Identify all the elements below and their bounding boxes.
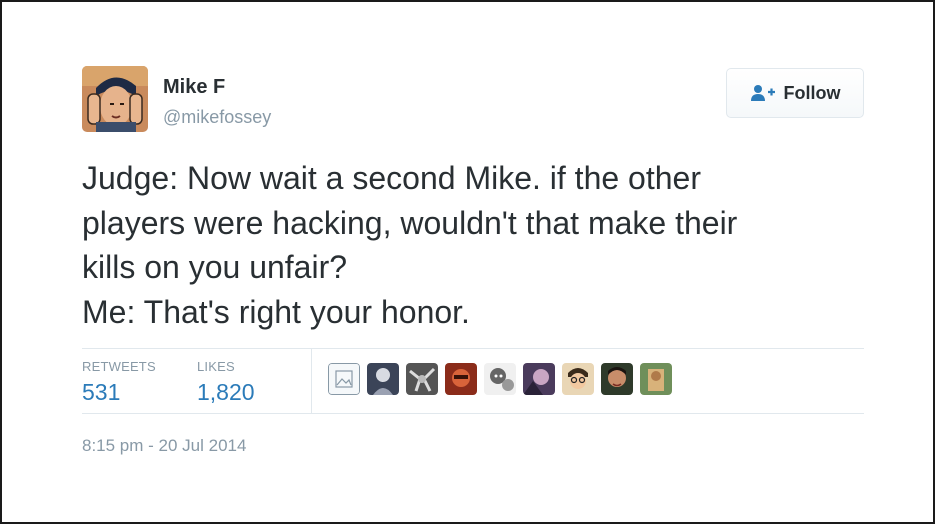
tweet-text-line: Me: That's right your honor. [82, 293, 470, 330]
user-avatar[interactable] [82, 66, 148, 132]
retweets-stat[interactable]: RETWEETS 531 [82, 359, 156, 406]
follow-button[interactable]: Follow [726, 68, 864, 118]
user-avatar-icon [445, 363, 477, 395]
tweet-timestamp[interactable]: 8:15 pm - 20 Jul 2014 [82, 436, 246, 456]
tweet-header: Mike F @mikefossey Follow [82, 66, 864, 136]
user-avatar-icon [562, 363, 594, 395]
tweet: Mike F @mikefossey Follow Judge: Now wai… [82, 66, 864, 455]
user-avatar-icon [484, 363, 516, 395]
user-avatar-icon [367, 363, 399, 395]
likes-label: LIKES [197, 359, 235, 374]
user-avatar-icon [640, 363, 672, 395]
retweets-label: RETWEETS [82, 359, 156, 374]
default-avatar-icon [328, 363, 360, 395]
tweet-text-line: players were hacking, wouldn't that make… [82, 204, 738, 241]
user-handle[interactable]: @mikefossey [163, 107, 271, 128]
liker-avatar[interactable] [445, 363, 477, 395]
comic-face-avatar-icon [82, 66, 148, 132]
user-name[interactable]: Mike F [163, 76, 225, 99]
liker-avatar[interactable] [406, 363, 438, 395]
tweet-card: Mike F @mikefossey Follow Judge: Now wai… [0, 0, 935, 524]
stats-divider [311, 349, 312, 413]
user-avatar-icon [601, 363, 633, 395]
liker-avatar[interactable] [562, 363, 594, 395]
user-avatar-icon [523, 363, 555, 395]
tweet-text: Judge: Now wait a second Mike. if the ot… [82, 156, 872, 334]
follow-button-label: Follow [783, 82, 841, 103]
retweets-count: 531 [82, 379, 121, 405]
tweet-stats: RETWEETS 531 LIKES 1,820 [82, 348, 864, 414]
liker-avatar[interactable] [328, 363, 360, 395]
likes-count: 1,820 [197, 379, 255, 405]
liker-avatar[interactable] [523, 363, 555, 395]
liker-avatar[interactable] [601, 363, 633, 395]
tweet-text-line: Judge: Now wait a second Mike. if the ot… [82, 160, 701, 196]
liker-avatar[interactable] [367, 363, 399, 395]
add-user-icon [750, 85, 775, 101]
liker-avatars [328, 363, 672, 395]
tweet-text-line: kills on you unfair? [82, 249, 348, 285]
user-avatar-icon [406, 363, 438, 395]
liker-avatar[interactable] [484, 363, 516, 395]
likes-stat[interactable]: LIKES 1,820 [197, 359, 255, 406]
liker-avatar[interactable] [640, 363, 672, 395]
